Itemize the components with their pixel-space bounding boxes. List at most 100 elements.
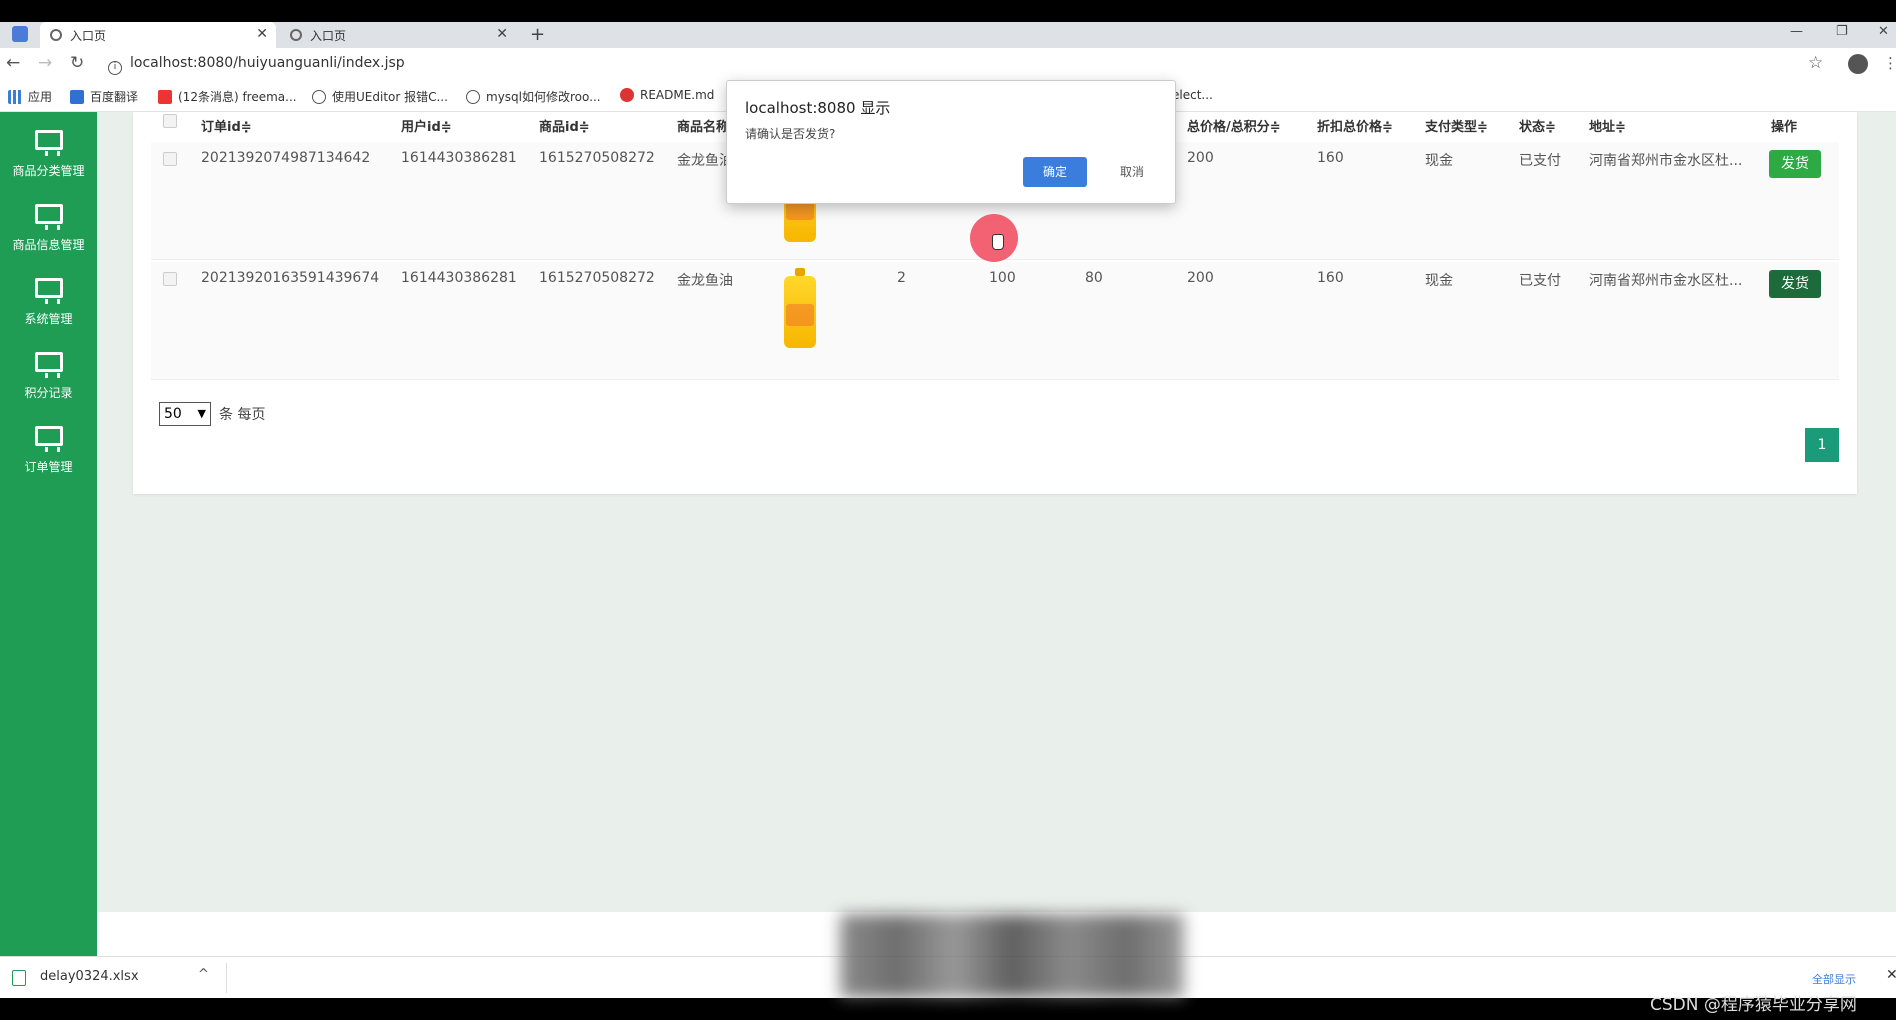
click-indicator-icon bbox=[970, 214, 1018, 262]
cell-goods-id: 1615270508272 bbox=[539, 150, 655, 166]
cell-address: 河南省郑州市金水区杜... bbox=[1589, 153, 1743, 169]
bookmark-star-icon[interactable]: ☆ bbox=[1808, 53, 1823, 73]
bookmark-label: README.md bbox=[640, 88, 715, 102]
sidebar-item-orders[interactable]: 订单管理 bbox=[0, 408, 97, 478]
header-pay-type[interactable]: 支付类型≑ bbox=[1425, 116, 1488, 135]
cell-total: 200 bbox=[1187, 270, 1214, 286]
select-all-checkbox[interactable] bbox=[163, 114, 177, 128]
sidebar-item-goods[interactable]: 商品信息管理 bbox=[0, 186, 97, 256]
cell-goods-id: 1615270508272 bbox=[539, 270, 655, 286]
sidebar-item-label: 积分记录 bbox=[24, 386, 73, 400]
close-icon[interactable]: ✕ bbox=[1886, 967, 1896, 983]
page-button-current[interactable]: 1 bbox=[1805, 428, 1839, 462]
cell-pay-type: 现金 bbox=[1425, 273, 1453, 289]
screen: 入口页 ✕ 入口页 ✕ + — ❐ ✕ ← → ↻ i localhost:808… bbox=[0, 0, 1896, 1020]
bookmark-baidu-translate[interactable]: 百度翻译 bbox=[70, 88, 138, 105]
cell-pay-type: 现金 bbox=[1425, 153, 1453, 169]
menu-icon[interactable]: ⋮ bbox=[1883, 54, 1896, 72]
show-all-link[interactable]: 全部显示 bbox=[1812, 971, 1856, 987]
page-size-select[interactable]: 50 ▼ bbox=[159, 402, 211, 426]
globe-icon bbox=[290, 29, 302, 41]
forward-icon[interactable]: → bbox=[38, 53, 52, 73]
row-checkbox[interactable] bbox=[163, 272, 177, 286]
header-action: 操作 bbox=[1771, 120, 1798, 135]
cancel-button[interactable]: 取消 bbox=[1103, 157, 1161, 187]
monitor-icon bbox=[34, 204, 63, 230]
download-file-name[interactable]: delay0324.xlsx bbox=[40, 969, 139, 984]
chevron-up-icon[interactable]: ^ bbox=[198, 967, 209, 982]
tab-title: 入口页 bbox=[310, 28, 347, 43]
new-tab-button[interactable]: + bbox=[530, 22, 545, 48]
header-order-id[interactable]: 订单id≑ bbox=[201, 116, 252, 135]
divider bbox=[226, 963, 227, 993]
goods-image bbox=[782, 268, 818, 348]
cell-discount-total: 160 bbox=[1317, 270, 1344, 286]
profile-icon[interactable] bbox=[1848, 54, 1868, 74]
cell-goods-name: 金龙鱼油 bbox=[677, 273, 733, 289]
sidebar: 商品分类管理 商品信息管理 系统管理 积分记录 订单管理 bbox=[0, 112, 97, 956]
row-checkbox[interactable] bbox=[163, 152, 177, 166]
bookmark-mysql[interactable]: mysql如何修改roo... bbox=[466, 88, 601, 105]
dialog-message: 请确认是否发货? bbox=[745, 127, 836, 141]
sidebar-item-label: 商品信息管理 bbox=[12, 238, 85, 252]
bookmark-label: elect... bbox=[1172, 88, 1213, 102]
globe-icon bbox=[50, 29, 62, 41]
header-address[interactable]: 地址≑ bbox=[1589, 116, 1626, 135]
sidebar-item-label: 订单管理 bbox=[24, 460, 73, 474]
cell-total: 200 bbox=[1187, 150, 1214, 166]
info-icon[interactable]: i bbox=[108, 61, 122, 75]
sidebar-item-system[interactable]: 系统管理 bbox=[0, 260, 97, 330]
bookmark-label: 使用UEditor 报错C... bbox=[332, 90, 448, 104]
ship-button[interactable]: 发货 bbox=[1769, 150, 1821, 178]
bookmark-readme[interactable]: README.md bbox=[620, 88, 714, 102]
address-bar: ← → ↻ i localhost:8080/huiyuanguanli/inde… bbox=[0, 48, 1896, 80]
cell-status: 已支付 bbox=[1519, 273, 1561, 289]
ship-button[interactable]: 发货 bbox=[1769, 270, 1821, 298]
cell-goods-name: 金龙鱼油 bbox=[677, 153, 733, 169]
minimize-icon[interactable]: — bbox=[1790, 24, 1803, 39]
excel-file-icon bbox=[12, 970, 26, 986]
monitor-icon bbox=[34, 352, 63, 378]
tab-active[interactable]: 入口页 ✕ bbox=[40, 22, 276, 48]
page-size-value: 50 bbox=[164, 406, 182, 422]
monitor-icon bbox=[34, 130, 63, 156]
translate-icon bbox=[70, 89, 84, 104]
bookmark-csdn[interactable]: (12条消息) freema... bbox=[158, 88, 297, 105]
search-bookmark-icon bbox=[312, 89, 326, 104]
sidebar-item-points[interactable]: 积分记录 bbox=[0, 334, 97, 404]
restore-icon[interactable]: ❐ bbox=[1836, 24, 1848, 39]
bookmark-label: 应用 bbox=[28, 90, 53, 104]
back-icon[interactable]: ← bbox=[6, 53, 20, 73]
cell-quantity: 2 bbox=[897, 270, 906, 286]
blurred-region bbox=[840, 914, 1184, 998]
header-total[interactable]: 总价格/总积分≑ bbox=[1187, 116, 1281, 135]
url-field[interactable]: i localhost:8080/huiyuanguanli/index.jsp bbox=[108, 55, 405, 75]
browser-app-icon bbox=[12, 26, 28, 42]
cell-discount-total: 160 bbox=[1317, 150, 1344, 166]
cell-order-id: 2021392016359143967​4 bbox=[201, 270, 380, 286]
tab-inactive[interactable]: 入口页 ✕ bbox=[280, 22, 516, 48]
tab-close-icon[interactable]: ✕ bbox=[256, 26, 268, 42]
ok-button[interactable]: 确定 bbox=[1023, 157, 1087, 187]
bookmark-select[interactable]: elect... bbox=[1172, 88, 1213, 102]
bookmark-label: 百度翻译 bbox=[90, 90, 139, 104]
monitor-icon bbox=[34, 278, 63, 304]
table-row: 2021392016359143967​4 1614430386281 1615… bbox=[151, 262, 1839, 380]
tab-title: 入口页 bbox=[70, 28, 107, 43]
header-discount-total[interactable]: 折扣总价格≑ bbox=[1317, 116, 1393, 135]
bookmark-label: mysql如何修改roo... bbox=[486, 90, 601, 104]
cell-points: 80 bbox=[1085, 270, 1103, 286]
header-goods-name[interactable]: 商品名称 bbox=[677, 116, 729, 135]
reload-icon[interactable]: ↻ bbox=[70, 53, 84, 73]
tab-close-icon[interactable]: ✕ bbox=[496, 26, 508, 42]
bookmark-ueditor[interactable]: 使用UEditor 报错C... bbox=[312, 88, 448, 105]
window-close-icon[interactable]: ✕ bbox=[1878, 24, 1889, 39]
header-user-id[interactable]: 用户id≑ bbox=[401, 116, 452, 135]
header-status[interactable]: 状态≑ bbox=[1519, 116, 1556, 135]
url-text: localhost:8080/huiyuanguanli/index.jsp bbox=[130, 55, 405, 71]
cell-order-id: 2021392074987134642 bbox=[201, 150, 371, 166]
bookmark-apps[interactable]: 应用 bbox=[8, 88, 52, 105]
sidebar-item-category[interactable]: 商品分类管理 bbox=[0, 112, 97, 182]
csdn-icon bbox=[158, 89, 172, 104]
header-goods-id[interactable]: 商品id≑ bbox=[539, 116, 590, 135]
